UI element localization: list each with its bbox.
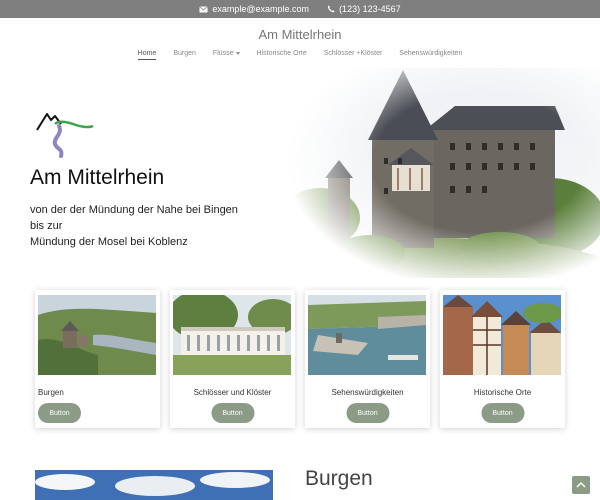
hero-title: Am Mittelrhein xyxy=(30,166,165,189)
hero-castle-image xyxy=(270,68,600,298)
section-heading-burgen: Burgen xyxy=(305,467,373,490)
hero-subtitle-line: bis zur xyxy=(30,220,63,232)
nav-fluesse-label: Flüsse xyxy=(212,50,234,57)
card-schloesser-button[interactable]: Button xyxy=(211,403,254,423)
card-historische-orte-label: Historische Orte xyxy=(473,388,532,397)
card-sehenswuerdigkeiten-button[interactable]: Button xyxy=(346,403,389,423)
card-sehenswuerdigkeiten-image xyxy=(308,295,426,375)
nav-schloesser-kloester[interactable]: Schlösser +Klöster xyxy=(324,50,383,60)
phone-text: (123) 123-4567 xyxy=(339,4,401,14)
phone-icon xyxy=(327,5,335,13)
phone-contact[interactable]: (123) 123-4567 xyxy=(327,4,401,14)
card-historische-orte: Historische Orte Button xyxy=(440,290,565,428)
nav-home[interactable]: Home xyxy=(137,50,157,60)
site-title[interactable]: Am Mittelrhein xyxy=(0,27,600,42)
nav-fluesse[interactable]: Flüsse xyxy=(213,50,240,60)
card-schloesser-kloester: Schlösser und Klöster Button xyxy=(170,290,295,428)
card-historische-orte-image xyxy=(443,295,561,375)
nav-sehenswuerdigkeiten[interactable]: Sehenswürdigkeiten xyxy=(399,50,462,60)
scroll-to-top-button[interactable] xyxy=(572,476,590,494)
chevron-up-icon xyxy=(576,476,586,494)
card-historische-orte-button[interactable]: Button xyxy=(481,403,524,423)
top-contact-bar: example@example.com (123) 123-4567 xyxy=(0,0,600,18)
card-schloesser-image xyxy=(173,295,291,375)
card-sehenswuerdigkeiten-label: Sehenswürdigkeiten xyxy=(331,388,404,397)
card-sehenswuerdigkeiten: Sehenswürdigkeiten Button xyxy=(305,290,430,428)
burgen-section-image xyxy=(35,470,273,500)
site-logo[interactable] xyxy=(33,110,95,162)
card-burgen-image xyxy=(38,295,156,375)
card-burgen-label: Burgen xyxy=(38,388,64,397)
envelope-icon xyxy=(199,5,209,13)
email-contact[interactable]: example@example.com xyxy=(199,4,309,14)
hero-subtitle: von der der Mündung der Nahe bei Bingen … xyxy=(30,202,238,250)
nav-burgen[interactable]: Burgen xyxy=(173,50,196,60)
main-nav: Home Burgen Flüsse Historische Orte Schl… xyxy=(0,50,600,60)
caret-down-icon xyxy=(235,51,240,55)
card-burgen: Burgen Button xyxy=(35,290,160,428)
nav-historische-orte[interactable]: Historische Orte xyxy=(257,50,307,60)
email-text: example@example.com xyxy=(212,4,310,14)
hero-subtitle-line: Mündung der Mosel bei Koblenz xyxy=(30,236,188,248)
card-schloesser-label: Schlösser und Klöster xyxy=(193,388,272,397)
hero-subtitle-line: von der der Mündung der Nahe bei Bingen xyxy=(30,204,238,216)
card-burgen-button[interactable]: Button xyxy=(38,403,81,423)
